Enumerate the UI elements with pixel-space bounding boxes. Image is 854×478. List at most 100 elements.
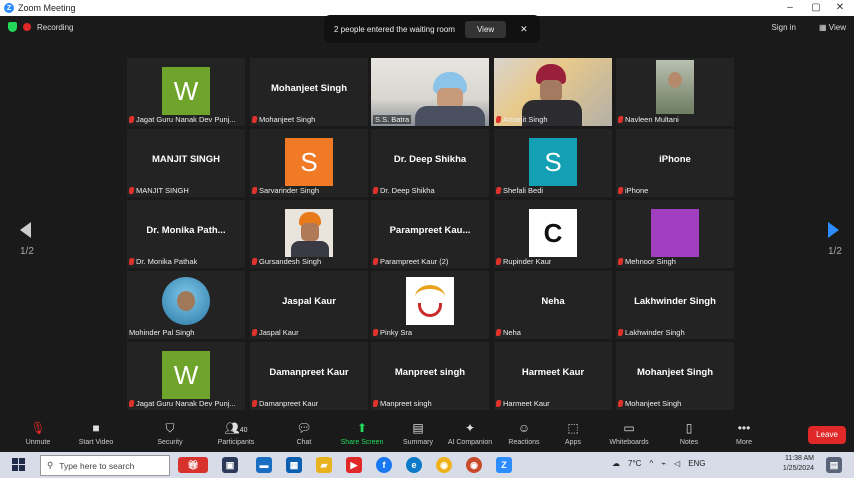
leave-meeting-button[interactable]: Leave (808, 426, 846, 444)
volume-icon[interactable]: ◁ (674, 459, 680, 468)
window-title-bar: Z Zoom Meeting – ▢ ✕ (0, 0, 854, 16)
participant-tile[interactable]: Mehnoor Singh (616, 200, 734, 268)
participant-label: Mehnoor Singh (618, 257, 676, 266)
gallery-grid: W Jagat Guru Nanak Dev Punj... Mohanjeet… (127, 58, 737, 410)
reactions-button[interactable]: ☺ Reactions (504, 420, 544, 446)
participant-label: Shefali Bedi (496, 186, 543, 195)
participant-label: Rupinder Kaur (496, 257, 551, 266)
recording-indicator[interactable]: Recording (8, 22, 73, 32)
participant-tile[interactable]: W Jagat Guru Nanak Dev Punj... (127, 58, 245, 126)
avatar-initial: W (173, 75, 199, 106)
unmute-label: Unmute (25, 439, 51, 446)
participant-tile-active-speaker[interactable]: S.S. Batra (371, 58, 489, 126)
apps-button[interactable]: ⬚ Apps (558, 420, 588, 446)
previous-page-button[interactable]: 1/2 (20, 222, 34, 257)
maximize-button[interactable]: ▢ (804, 0, 828, 16)
ai-companion-button[interactable]: ✦ AI Companion (444, 420, 496, 446)
language-indicator[interactable]: ENG (688, 459, 705, 468)
participant-tile[interactable]: Jaspal Kaur Jaspal Kaur (250, 271, 368, 339)
arrow-right-icon (828, 222, 839, 238)
page-indicator-left: 1/2 (20, 246, 34, 257)
festival-widget-icon[interactable]: 🎁︎ (178, 457, 208, 473)
taskbar-search-box[interactable]: ⚲ Type here to search (40, 455, 170, 476)
chrome-browser-icon[interactable]: ◉ (436, 457, 452, 473)
participant-tile[interactable]: Neha Neha (494, 271, 612, 339)
facebook-icon[interactable]: f (376, 457, 392, 473)
windows-start-button[interactable] (12, 458, 26, 472)
sign-in-link[interactable]: Sign in (772, 23, 796, 32)
muted-mic-icon (618, 116, 624, 123)
summary-document-icon: ▤ (412, 421, 424, 435)
close-button[interactable]: ✕ (828, 0, 852, 16)
participant-label: Damanpreet Kaur (252, 399, 318, 408)
network-icon[interactable]: ⌁ (661, 459, 666, 468)
chat-button[interactable]: 💬︎ Chat (286, 420, 322, 446)
participant-tile[interactable]: S Sarvarinder Singh (250, 129, 368, 197)
participant-name: S.S. Batra (375, 115, 410, 124)
security-shield-icon (8, 22, 17, 32)
weather-icon[interactable]: ☁ (612, 459, 620, 468)
participant-display-name: Parampreet Kau... (389, 225, 471, 236)
security-button[interactable]: ⛉ Security (150, 420, 190, 446)
participant-tile[interactable]: Gursandesh Singh (250, 200, 368, 268)
participant-tile[interactable]: Dr. Deep Shikha Dr. Deep Shikha (371, 129, 489, 197)
avatar-initial: S (300, 146, 318, 177)
participant-tile[interactable]: Damanpreet Kaur Damanpreet Kaur (250, 342, 368, 410)
participant-tile[interactable]: Lakhwinder Singh Lakhwinder Singh (616, 271, 734, 339)
chrome-profile-icon[interactable]: ◉ (466, 457, 482, 473)
unmute-button[interactable]: 🎙︎ Unmute (18, 420, 58, 446)
participant-tile[interactable]: Mohinder Pal Singh (127, 271, 245, 339)
participant-tile[interactable]: Manpreet singh Manpreet singh (371, 342, 489, 410)
next-page-button[interactable]: 1/2 (828, 222, 842, 257)
reactions-label: Reactions (508, 439, 540, 446)
participant-tile[interactable]: C Rupinder Kaur (494, 200, 612, 268)
participant-tile[interactable]: S Shefali Bedi (494, 129, 612, 197)
participant-display-name: Lakhwinder Singh (634, 296, 716, 307)
chat-label: Chat (296, 439, 312, 446)
whiteboards-button[interactable]: ▭ Whiteboards (604, 420, 654, 446)
summary-button[interactable]: ▤ Summary (398, 420, 438, 446)
share-screen-button[interactable]: ⬆ Share Screen (338, 420, 386, 446)
youtube-icon[interactable]: ▶ (346, 457, 362, 473)
participant-tile[interactable]: iPhone iPhone (616, 129, 734, 197)
clock[interactable]: 11:38 AM 1/25/2024 (783, 454, 814, 474)
participant-tile[interactable]: Parampreet Kau... Parampreet Kaur (2) (371, 200, 489, 268)
participants-button[interactable]: 👥︎40 Participants (214, 420, 258, 446)
dismiss-notification-button[interactable]: ✕ (520, 24, 528, 35)
minimize-button[interactable]: – (778, 0, 802, 16)
more-button[interactable]: ••• More (728, 420, 760, 446)
participant-tile[interactable]: W Jagat Guru Nanak Dev Punj... (127, 342, 245, 410)
participant-tile[interactable]: Amarjit Singh (494, 58, 612, 126)
folder-icon[interactable]: ▰ (316, 457, 332, 473)
zoom-taskbar-icon[interactable]: Z (496, 457, 512, 473)
participant-tile[interactable]: Harmeet Kaur Harmeet Kaur (494, 342, 612, 410)
page-indicator-right: 1/2 (828, 246, 842, 257)
participant-tile[interactable]: Pinky Sra (371, 271, 489, 339)
participant-tile[interactable]: Navleen Multani (616, 58, 734, 126)
view-button[interactable]: ▦ View (819, 23, 846, 32)
participant-tile[interactable]: Dr. Monika Path... Dr. Monika Pathak (127, 200, 245, 268)
participants-icon: 👥︎40 (224, 421, 248, 435)
participant-display-name: Jaspal Kaur (282, 296, 336, 307)
muted-mic-icon (129, 400, 135, 407)
participant-tile[interactable]: Mohanjeet Singh Mohanjeet Singh (616, 342, 734, 410)
participant-tile[interactable]: MANJIT SINGH MANJIT SINGH (127, 129, 245, 197)
edge-browser-icon[interactable]: e (406, 457, 422, 473)
participant-name: iPhone (625, 186, 649, 195)
system-tray: ☁ 7°C ^ ⌁ ◁ ENG (612, 459, 706, 468)
muted-mic-icon (373, 258, 379, 265)
start-video-button[interactable]: ■ Start Video (74, 420, 118, 446)
participant-name: Rupinder Kaur (503, 257, 552, 266)
participant-name: Parampreet Kaur (2) (380, 257, 449, 266)
muted-mic-icon (618, 400, 624, 407)
task-view-icon[interactable]: ▣ (222, 457, 238, 473)
tray-chevron-icon[interactable]: ^ (649, 459, 653, 468)
waiting-room-view-button[interactable]: View (464, 20, 507, 38)
file-explorer-icon[interactable]: ▬ (256, 457, 272, 473)
shield-icon: ⛉ (165, 421, 175, 435)
participant-tile[interactable]: Mohanjeet Singh Mohanjeet Singh (250, 58, 368, 126)
notifications-icon[interactable]: ▤ (826, 457, 842, 473)
participant-label: Mohinder Pal Singh (129, 328, 194, 337)
microsoft-store-icon[interactable]: ▦ (286, 457, 302, 473)
notes-button[interactable]: ▯ Notes (672, 420, 706, 446)
